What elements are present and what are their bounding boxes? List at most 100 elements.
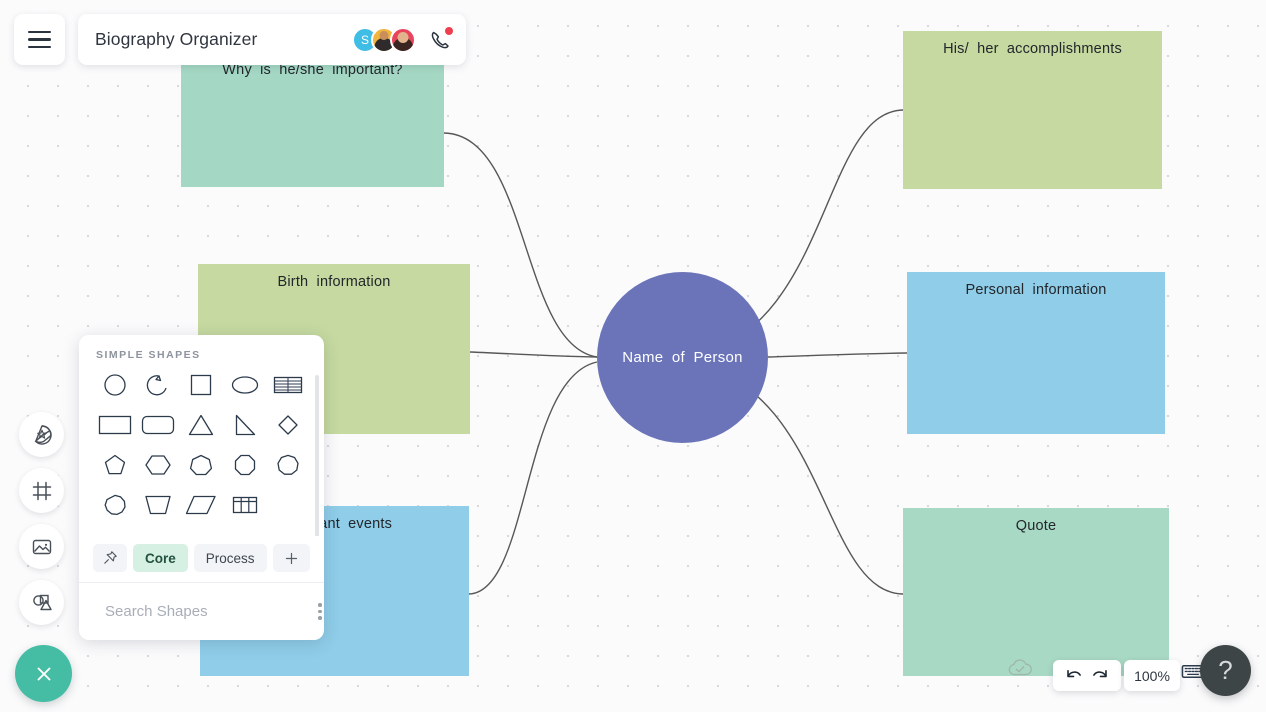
connector-important-events: [468, 361, 598, 595]
hexagon-shape-icon: [145, 455, 171, 475]
hamburger-menu-icon: [28, 45, 51, 48]
zoom-level-button[interactable]: 100%: [1124, 660, 1180, 691]
shape-table-grid[interactable]: [223, 491, 266, 519]
shape-rectangle[interactable]: [93, 411, 136, 439]
shape-octagon[interactable]: [223, 451, 266, 479]
shape-table-lines[interactable]: [267, 371, 310, 399]
shapes-grid-container: [79, 369, 324, 536]
undo-button[interactable]: [1064, 667, 1083, 684]
nonagon-shape-icon: [277, 454, 299, 475]
avatar-initial: S: [360, 32, 369, 47]
shape-trapezoid[interactable]: [136, 491, 179, 519]
node-accomplishments[interactable]: His/ her accomplishments: [903, 31, 1162, 189]
shape-ellipse[interactable]: [223, 371, 266, 399]
process-tab[interactable]: Process: [193, 544, 267, 572]
shapes-search-row: [79, 582, 324, 640]
trapezoid-shape-icon: [145, 495, 171, 515]
more-options-icon: [318, 616, 322, 620]
core-tab[interactable]: Core: [133, 544, 188, 572]
node-label: Personal information: [965, 282, 1107, 298]
more-options-icon: [318, 603, 322, 607]
node-label: Quote: [1015, 518, 1057, 534]
call-notification-dot: [445, 26, 453, 35]
node-label: Birth information: [277, 274, 391, 290]
phone-call-button[interactable]: [428, 26, 453, 52]
table-grid-shape-icon: [232, 496, 258, 514]
process-tab-label: Process: [205, 550, 255, 566]
node-center-name-of-person[interactable]: Name of Person: [597, 272, 768, 443]
parallelogram-shape-icon: [186, 495, 217, 515]
search-shapes-input[interactable]: [105, 603, 304, 620]
octagon-shape-icon: [234, 454, 256, 476]
shapes-panel-scrollbar[interactable]: [315, 375, 319, 536]
close-panel-button[interactable]: [15, 645, 72, 702]
node-personal-information[interactable]: Personal information: [907, 272, 1165, 434]
tool-rail: [19, 412, 64, 625]
sticker-star-button[interactable]: [19, 412, 64, 457]
shape-arc[interactable]: [136, 371, 179, 399]
shapes-panel: SIMPLE SHAPES Core Process Search Shapes: [79, 335, 324, 640]
ellipse-shape-icon: [231, 376, 259, 394]
shape-rounded-rectangle[interactable]: [136, 411, 179, 439]
node-why-important[interactable]: Why is he/she important?: [181, 52, 444, 187]
whiteboard-app: Why is he/she important? Birth informati…: [0, 0, 1266, 712]
undo-redo-group: [1053, 660, 1121, 691]
shape-nonagon[interactable]: [267, 451, 310, 479]
shapes-icon: [32, 594, 52, 610]
shape-heptagon[interactable]: [180, 451, 223, 479]
zoom-level-label: 100%: [1134, 667, 1170, 684]
hamburger-menu-button[interactable]: [14, 14, 65, 65]
shapes-button[interactable]: [19, 580, 64, 625]
shape-right-triangle[interactable]: [223, 411, 266, 439]
shape-decagon[interactable]: [93, 491, 136, 519]
hamburger-menu-icon: [28, 31, 51, 34]
frame-button[interactable]: [19, 468, 64, 513]
center-node-label: Name of Person: [622, 349, 743, 366]
shape-empty-slot: [267, 491, 310, 519]
shape-circle[interactable]: [93, 371, 136, 399]
sticker-star-icon: [34, 424, 52, 445]
shape-pentagon[interactable]: [93, 451, 136, 479]
node-quote[interactable]: Quote: [903, 508, 1169, 676]
rounded-rectangle-shape-icon: [141, 415, 175, 435]
rectangle-shape-icon: [98, 415, 131, 435]
table-lines-shape-icon: [274, 376, 303, 394]
connector-birth-information: [469, 351, 598, 358]
title-bar: Biography Organizer S: [78, 14, 466, 65]
shape-square[interactable]: [180, 371, 223, 399]
cloud-saved-button[interactable]: [1006, 657, 1034, 684]
frame-icon: [32, 481, 51, 500]
shapes-grid: [79, 369, 324, 519]
hamburger-menu-icon: [28, 38, 51, 41]
add-library-tab[interactable]: [272, 544, 310, 572]
shape-hexagon[interactable]: [136, 451, 179, 479]
help-button[interactable]: ?: [1200, 645, 1251, 696]
shapes-panel-heading: SIMPLE SHAPES: [96, 349, 201, 361]
core-tab-label: Core: [145, 550, 176, 566]
shape-triangle[interactable]: [180, 411, 223, 439]
decagon-shape-icon: [104, 494, 126, 516]
pin-tab[interactable]: [93, 544, 127, 572]
node-label: His/ her accomplishments: [943, 41, 1122, 57]
help-label: ?: [1218, 655, 1233, 685]
redo-button[interactable]: [1091, 667, 1110, 684]
image-icon: [32, 539, 51, 554]
shape-parallelogram[interactable]: [180, 491, 223, 519]
arc-shape-icon: [146, 375, 167, 396]
image-button[interactable]: [19, 524, 64, 569]
pin-icon: [104, 551, 117, 564]
heptagon-shape-icon: [190, 454, 213, 476]
collaborator-avatars: S: [352, 26, 416, 53]
connector-personal-information: [767, 352, 908, 358]
triangle-shape-icon: [189, 414, 214, 436]
shape-diamond[interactable]: [267, 411, 310, 439]
right-triangle-shape-icon: [235, 414, 256, 436]
document-title[interactable]: Biography Organizer: [95, 29, 352, 50]
close-icon: [37, 667, 50, 680]
pentagon-shape-icon: [104, 454, 125, 475]
shapes-more-options-button[interactable]: [314, 599, 324, 624]
more-options-icon: [318, 609, 322, 614]
shapes-library-tabs: Core Process: [79, 536, 324, 582]
avatar-photo-2[interactable]: [390, 26, 416, 53]
square-shape-icon: [191, 374, 212, 396]
